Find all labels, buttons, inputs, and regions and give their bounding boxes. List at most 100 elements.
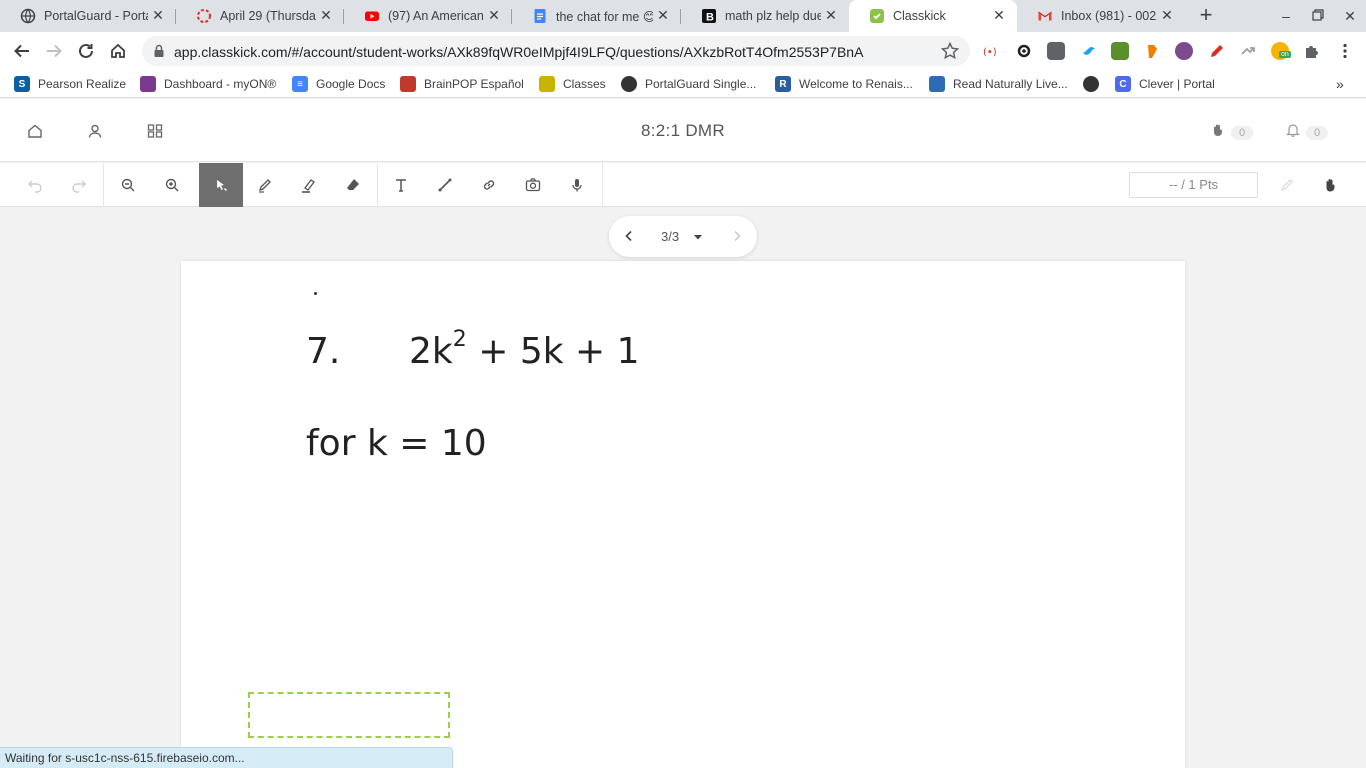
app-header: 8:2:1 DMR 0 0	[0, 99, 1366, 162]
docs-icon	[532, 8, 548, 24]
worksheet-page[interactable]: 7. 2k2 + 5k + 1 for k = 10	[181, 261, 1185, 768]
bookmark-myon[interactable]: Dashboard - myON®	[140, 76, 276, 92]
puzzle-extensions-icon[interactable]	[1303, 42, 1321, 60]
line-tool-button[interactable]	[423, 163, 467, 207]
bookmarks-bar: S Pearson Realize Dashboard - myON® ≡ Go…	[0, 70, 1366, 98]
classkick-icon	[869, 8, 885, 24]
tab-strip: PortalGuard - Porta ✕ April 29 (Thursday…	[0, 0, 1366, 32]
address-bar[interactable]: app.classkick.com/#/account/student-work…	[142, 36, 970, 66]
bookmark-portalguard[interactable]: PortalGuard Single...	[621, 76, 756, 92]
page-indicator[interactable]: 3/3	[661, 229, 679, 244]
tab-brainly[interactable]: B math plz help due ✕	[681, 0, 849, 32]
renaissance-icon: R	[775, 76, 791, 92]
bookmark-clever[interactable]: C Clever | Portal	[1115, 76, 1215, 92]
expression-exponent: 2	[452, 327, 467, 352]
raised-hand-counter[interactable]: 0	[1211, 123, 1254, 142]
notification-counter[interactable]: 0	[1286, 123, 1329, 142]
orange-extension-icon[interactable]	[1143, 42, 1161, 60]
home-button[interactable]	[106, 39, 130, 63]
next-page-chevron-icon[interactable]	[729, 228, 745, 244]
new-tab-button[interactable]: +	[1194, 4, 1218, 28]
answer-input-box[interactable]	[248, 692, 450, 738]
forward-button[interactable]	[42, 39, 66, 63]
highlighter-tool-button[interactable]	[287, 163, 331, 207]
broadcast-extension-icon[interactable]: (•)	[983, 42, 1001, 60]
hand-icon	[1211, 123, 1225, 142]
raise-hand-button[interactable]	[1309, 163, 1353, 207]
browser-toolbar: app.classkick.com/#/account/student-work…	[0, 32, 1366, 70]
more-bookmarks-chevron-icon[interactable]: »	[1336, 76, 1344, 92]
tab-portalguard[interactable]: PortalGuard - Porta ✕	[0, 0, 176, 32]
link-tool-button[interactable]	[467, 163, 511, 207]
page-dropdown-caret-icon[interactable]	[693, 229, 703, 247]
pen-tool-button[interactable]	[243, 163, 287, 207]
brainpop-icon	[400, 76, 416, 92]
close-tab-icon[interactable]: ✕	[150, 7, 166, 23]
zoom-in-button[interactable]	[150, 163, 194, 207]
bookmark-renaissance[interactable]: R Welcome to Renais...	[775, 76, 913, 92]
bookmark-brainpop[interactable]: BrainPOP Español	[400, 76, 524, 92]
account-extension-icon[interactable]	[1047, 42, 1065, 60]
ink-dot	[314, 292, 317, 295]
restore-window-button[interactable]	[1308, 6, 1328, 26]
sync-extension-icon[interactable]	[1239, 42, 1257, 60]
close-tab-icon[interactable]: ✕	[486, 7, 502, 23]
loader-icon	[196, 8, 212, 24]
menu-kebab-icon[interactable]	[1336, 42, 1354, 60]
close-tab-icon[interactable]: ✕	[823, 7, 839, 23]
undo-button[interactable]	[13, 163, 57, 207]
assignment-title: 8:2:1 DMR	[641, 121, 725, 140]
reload-button[interactable]	[74, 39, 98, 63]
bookmark-read-naturally[interactable]: Read Naturally Live...	[929, 76, 1068, 92]
bookmark-google-docs[interactable]: ≡ Google Docs	[292, 76, 385, 92]
lock-icon[interactable]	[153, 44, 165, 63]
purple-extension-icon[interactable]	[1175, 42, 1193, 60]
youtube-icon	[364, 8, 380, 24]
sticker-tool-button[interactable]	[1265, 163, 1309, 207]
tab-youtube[interactable]: (97) An American i ✕	[344, 0, 512, 32]
close-window-button[interactable]: ✕	[1340, 6, 1360, 26]
back-button[interactable]	[10, 39, 34, 63]
docs-icon: ≡	[292, 76, 308, 92]
hand-count: 0	[1231, 125, 1254, 140]
bookmark-classes[interactable]: Classes	[539, 76, 606, 92]
close-tab-icon[interactable]: ✕	[1159, 7, 1175, 23]
tab-google-doc[interactable]: the chat for me 😊🇮 ✕	[512, 0, 681, 32]
tab-gmail[interactable]: Inbox (981) - 0022 ✕	[1017, 0, 1185, 32]
previous-page-chevron-icon[interactable]	[621, 228, 637, 244]
globe-icon	[20, 8, 36, 24]
bell-count: 0	[1306, 125, 1329, 140]
tab-april-29[interactable]: April 29 (Thursday) ✕	[176, 0, 344, 32]
zoom-out-button[interactable]	[106, 163, 150, 207]
svg-text:B: B	[706, 12, 714, 24]
minimize-window-button[interactable]: –	[1276, 6, 1296, 26]
classes-icon	[539, 76, 555, 92]
toolbar-divider	[602, 163, 603, 207]
on-extension-icon[interactable]: on	[1271, 42, 1291, 60]
hub-extension-icon[interactable]	[1015, 42, 1033, 60]
bookmark-pearson-realize[interactable]: S Pearson Realize	[14, 76, 126, 92]
drawing-toolbar: -- / 1 Pts	[0, 163, 1366, 207]
tab-classkick[interactable]: Classkick ✕	[849, 0, 1017, 32]
page-navigator: 3/3	[609, 216, 757, 257]
select-tool-button[interactable]	[199, 163, 243, 207]
brainly-icon: B	[701, 8, 717, 24]
bookmark-star-icon[interactable]	[940, 41, 960, 66]
bookmark-globe[interactable]	[1083, 76, 1107, 92]
bird-extension-icon[interactable]	[1080, 42, 1098, 60]
close-tab-icon[interactable]: ✕	[991, 7, 1007, 23]
eraser-tool-button[interactable]	[331, 163, 375, 207]
points-field: -- / 1 Pts	[1129, 172, 1258, 198]
microphone-tool-button[interactable]	[555, 163, 599, 207]
url-text[interactable]: app.classkick.com/#/account/student-work…	[174, 44, 863, 60]
close-tab-icon[interactable]: ✕	[318, 7, 334, 23]
redo-button[interactable]	[57, 163, 101, 207]
close-tab-icon[interactable]: ✕	[655, 7, 671, 23]
camera-tool-button[interactable]	[511, 163, 555, 207]
green-extension-icon[interactable]	[1111, 42, 1129, 60]
problem-expression: 7. 2k2 + 5k + 1	[306, 327, 640, 372]
text-tool-button[interactable]	[379, 163, 423, 207]
pen-extension-icon[interactable]	[1207, 42, 1225, 60]
myon-icon	[140, 76, 156, 92]
clever-icon: C	[1115, 76, 1131, 92]
